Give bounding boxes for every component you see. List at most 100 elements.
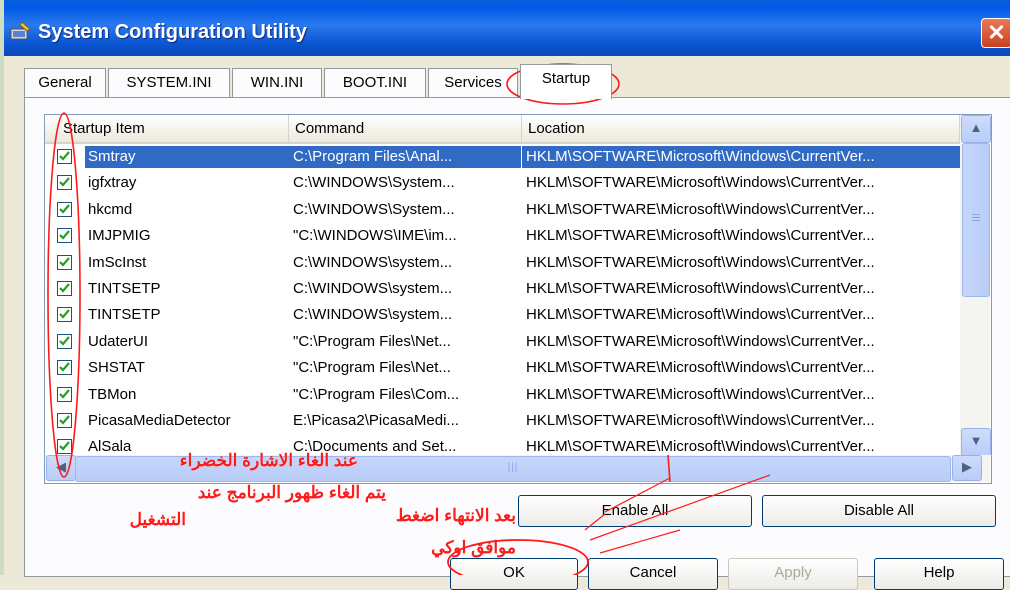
startup-checkbox[interactable] [57, 280, 72, 296]
startup-item-name: IMJPMIG [88, 227, 151, 245]
startup-item-location: HKLM\SOFTWARE\Microsoft\Windows\CurrentV… [526, 279, 875, 297]
startup-item-location: HKLM\SOFTWARE\Microsoft\Windows\CurrentV… [526, 253, 875, 271]
scroll-up-button[interactable]: ▲ [961, 115, 991, 143]
annotation-startup-text: التشغيل [129, 510, 186, 529]
startup-checkbox[interactable] [57, 386, 72, 402]
table-row[interactable]: TBMon "C:\Program Files\Com... HKLM\SOFTWA… [45, 382, 960, 408]
disable-all-button[interactable]: Disable All [762, 495, 996, 527]
annotation-finish-text: بعد الانتهاء اضغط [395, 506, 516, 525]
table-row[interactable]: Smtray C:\Program Files\Anal... HKLM\SOFTW… [45, 144, 966, 170]
check-icon [59, 362, 70, 372]
scroll-left-button[interactable]: ◀ [46, 455, 76, 481]
startup-item-command: E:\Picasa2\PicasaMedi... [293, 411, 459, 429]
cancel-button[interactable]: Cancel [588, 558, 718, 590]
table-row[interactable]: TINTSETP C:\WINDOWS\system... HKLM\SOFTWAR… [45, 302, 960, 328]
table-row[interactable]: UdaterUI "C:\Program Files\Net... HKLM\SOF… [45, 329, 960, 355]
title-bar[interactable]: System Configuration Utility ✕ [4, 0, 1010, 56]
startup-item-name: igfxtray [88, 174, 137, 192]
check-icon [59, 151, 70, 161]
startup-item-name: UdaterUI [88, 332, 149, 350]
startup-item-name: TINTSETP [88, 279, 161, 297]
startup-item-name: TBMon [88, 385, 137, 403]
startup-item-command: C:\WINDOWS\system... [293, 279, 453, 297]
startup-item-name: Smtray [85, 146, 296, 168]
check-icon [59, 388, 70, 399]
scroll-right-button[interactable]: ▶ [952, 455, 982, 481]
apply-button[interactable]: Apply [728, 558, 858, 590]
startup-item-command: "C:\Program Files\Net... [293, 332, 451, 350]
startup-items-list[interactable]: Startup Item Command Location Smtray C:\P… [44, 114, 992, 484]
startup-checkbox[interactable] [57, 149, 72, 164]
startup-item-name: SHSTAT [88, 359, 145, 377]
startup-checkbox[interactable] [57, 307, 72, 323]
table-row[interactable]: IMJPMIG "C:\WINDOWS\IME\im... HKLM\SOFTWAR… [45, 223, 960, 249]
startup-checkbox[interactable] [57, 439, 72, 455]
tab-general[interactable]: General [24, 68, 106, 97]
startup-item-location: HKLM\SOFTWARE\Microsoft\Windows\CurrentV… [526, 411, 875, 429]
startup-item-location: HKLM\SOFTWARE\Microsoft\Windows\CurrentV… [526, 200, 875, 218]
startup-item-location: HKLM\SOFTWARE\Microsoft\Windows\CurrentV… [526, 174, 875, 192]
startup-checkbox[interactable] [57, 228, 72, 244]
startup-item-command: C:\WINDOWS\system... [293, 253, 453, 271]
startup-item-location: HKLM\SOFTWARE\Microsoft\Windows\CurrentV… [526, 359, 875, 377]
check-icon [59, 177, 70, 188]
startup-item-command: "C:\Program Files\Net... [293, 359, 451, 377]
vertical-scrollbar[interactable]: ▲ ▼ [960, 115, 991, 456]
annotation-uncheck-text: عند الغاء الاشارة الخضراء [179, 451, 358, 470]
table-row[interactable]: igfxtray C:\WINDOWS\System... HKLM\SOFTWAR… [45, 170, 960, 196]
startup-checkbox[interactable] [57, 175, 72, 191]
startup-item-name: ImScInst [88, 253, 147, 271]
startup-item-name: PicasaMediaDetector [88, 411, 231, 429]
startup-item-command: "C:\WINDOWS\IME\im... [293, 227, 457, 245]
table-row[interactable]: SHSTAT "C:\Program Files\Net... HKLM\SOFTW… [45, 355, 960, 381]
check-icon [59, 256, 70, 267]
check-icon [59, 415, 70, 425]
vertical-scroll-thumb[interactable] [962, 143, 990, 297]
startup-checkbox[interactable] [57, 333, 72, 349]
startup-item-command: C:\WINDOWS\system... [293, 306, 453, 324]
startup-item-name: TINTSETP [88, 306, 161, 324]
ok-button[interactable]: OK [450, 558, 578, 590]
scroll-down-button[interactable]: ▼ [961, 428, 991, 456]
startup-item-command: "C:\Program Files\Com... [293, 385, 460, 403]
enable-all-button[interactable]: Enable All [518, 495, 752, 527]
annotation-ok-text: موافق اوكي [431, 538, 516, 557]
list-rows: Smtray C:\Program Files\Anal... HKLM\SOFTW… [45, 144, 966, 461]
check-icon [59, 441, 70, 451]
column-location[interactable]: Location [522, 115, 960, 142]
column-startup-item[interactable]: Startup Item [45, 115, 289, 142]
list-column-header: Startup Item Command Location [45, 115, 960, 144]
msconfig-icon [10, 21, 31, 40]
startup-item-location: HKLM\SOFTWARE\Microsoft\Windows\CurrentV… [526, 385, 875, 403]
check-icon [59, 336, 70, 346]
tab-services[interactable]: Services [428, 68, 518, 97]
check-icon [59, 204, 70, 214]
tab-win-ini[interactable]: WIN.INI [232, 68, 322, 97]
table-row[interactable]: hkcmd C:\WINDOWS\System... HKLM\SOFTWARE\M… [45, 197, 960, 223]
table-row[interactable]: ImScInst C:\WINDOWS\system... HKLM\SOFTWAR… [45, 250, 960, 276]
startup-checkbox[interactable] [57, 254, 72, 270]
close-button[interactable]: ✕ [981, 18, 1010, 48]
startup-item-location: HKLM\SOFTWARE\Microsoft\Windows\CurrentV… [522, 146, 966, 168]
startup-checkbox[interactable] [57, 201, 72, 217]
tab-system-ini[interactable]: SYSTEM.INI [108, 68, 230, 97]
startup-item-location: HKLM\SOFTWARE\Microsoft\Windows\CurrentV… [526, 332, 875, 350]
annotation-disable-text: يتم الغاء ظهور البرنامج عند [197, 483, 386, 502]
startup-item-name: hkcmd [88, 200, 133, 218]
tab-startup[interactable]: Startup [520, 64, 612, 99]
column-command[interactable]: Command [289, 115, 522, 142]
table-row[interactable]: PicasaMediaDetector E:\Picasa2\PicasaMedi… [45, 408, 960, 434]
startup-item-command: C:\Program Files\Anal... [289, 146, 521, 168]
check-icon [59, 230, 70, 240]
startup-item-location: HKLM\SOFTWARE\Microsoft\Windows\CurrentV… [526, 227, 875, 245]
check-icon [59, 283, 70, 293]
startup-item-command: C:\WINDOWS\System... [293, 200, 455, 218]
startup-item-location: HKLM\SOFTWARE\Microsoft\Windows\CurrentV… [526, 306, 875, 324]
help-button[interactable]: Help [874, 558, 1004, 590]
startup-checkbox[interactable] [57, 412, 72, 428]
startup-item-command: C:\WINDOWS\System... [293, 174, 455, 192]
tab-boot-ini[interactable]: BOOT.INI [324, 68, 426, 97]
startup-checkbox[interactable] [57, 360, 72, 376]
table-row[interactable]: TINTSETP C:\WINDOWS\system... HKLM\SOFTWAR… [45, 276, 960, 302]
check-icon [59, 309, 70, 319]
